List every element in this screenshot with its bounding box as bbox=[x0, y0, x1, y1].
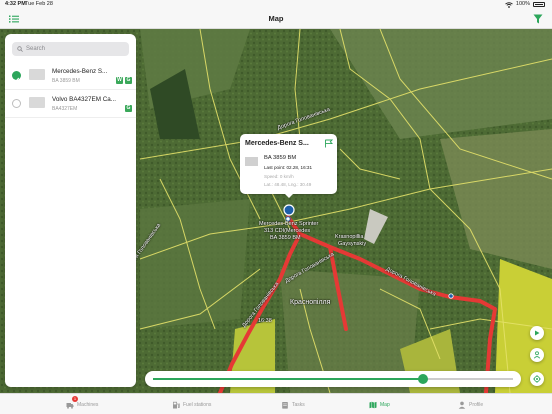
battery-percent: 100% bbox=[515, 1, 530, 7]
tab-label: Fuel stations bbox=[183, 401, 212, 408]
popup-last-point: Last point: 02.28, 16:31 bbox=[264, 165, 313, 170]
filter-icon[interactable] bbox=[533, 14, 543, 24]
wifi-icon bbox=[505, 1, 513, 8]
map-icon bbox=[369, 401, 377, 408]
popup-title: Mercedes-Benz S... bbox=[245, 140, 309, 147]
play-icon bbox=[535, 330, 540, 336]
marker-label: BA 3859 BM bbox=[270, 235, 301, 241]
tab-tasks[interactable]: Tasks bbox=[281, 394, 305, 414]
status-time: 4:32 PM bbox=[5, 1, 26, 7]
checkbox-checked-icon[interactable] bbox=[12, 71, 21, 82]
list-item[interactable]: Mercedes-Benz S... BA 3859 BM W G bbox=[5, 62, 136, 90]
popup-plate: BA 3859 BM bbox=[264, 155, 297, 161]
person-location-icon bbox=[533, 351, 541, 359]
vehicle-info-popup[interactable]: Mercedes-Benz S... BA 3859 BM Last point… bbox=[240, 134, 337, 198]
popup-coords: Lat.: 48.48, Lng.: 30.49 bbox=[264, 182, 312, 187]
timeline-knob[interactable] bbox=[418, 374, 428, 384]
checkmark-icon bbox=[13, 77, 20, 82]
status-bar: 4:32 PM Tue Feb 28 100% bbox=[0, 0, 552, 9]
timeline-fill bbox=[153, 378, 423, 380]
play-button[interactable] bbox=[530, 326, 544, 340]
tab-label: Profile bbox=[469, 401, 484, 408]
vehicle-thumbnail bbox=[245, 157, 258, 166]
time-label: 16:38 bbox=[258, 318, 272, 324]
tab-fuel-stations[interactable]: Fuel stations bbox=[172, 394, 211, 414]
tag-g-badge: G bbox=[125, 105, 132, 112]
vehicle-name: Mercedes-Benz S... bbox=[52, 68, 108, 75]
tab-bar: 1 Machines Fuel stations Tasks Map Profi… bbox=[0, 393, 552, 414]
timeline-track bbox=[153, 378, 513, 380]
route-flag-icon[interactable] bbox=[324, 139, 333, 148]
locate-me-button[interactable] bbox=[530, 372, 544, 386]
page-title: Map bbox=[268, 14, 284, 23]
track-person-button[interactable] bbox=[530, 348, 544, 362]
crosshair-icon bbox=[533, 375, 541, 383]
nav-bar: Map bbox=[0, 9, 552, 29]
search-placeholder: Search bbox=[26, 46, 46, 52]
popup-speed: Speed: 0 km/h bbox=[264, 174, 294, 179]
vehicle-list-panel: Search Mercedes-Benz S... BA 3859 BM W G… bbox=[5, 34, 136, 387]
vehicle-thumbnail bbox=[29, 97, 45, 108]
tab-label: Tasks bbox=[292, 401, 305, 408]
tab-machines[interactable]: 1 Machines bbox=[66, 394, 98, 414]
marker-label: 313 CDI(Mercedes bbox=[264, 228, 311, 234]
tab-map[interactable]: Map bbox=[369, 394, 390, 414]
timeline-slider[interactable] bbox=[145, 371, 521, 387]
clipboard-icon bbox=[282, 401, 288, 409]
person-icon bbox=[458, 401, 466, 409]
machines-badge: 1 bbox=[72, 396, 78, 402]
search-icon bbox=[17, 46, 23, 52]
vehicle-plate: BA 3859 BM bbox=[52, 78, 80, 84]
vehicle-thumbnail bbox=[29, 69, 45, 80]
marker-label: Mercedes-Benz Sprinter bbox=[259, 221, 319, 227]
tab-label: Machines bbox=[77, 401, 99, 408]
poi-label: Gaysynskiy bbox=[338, 241, 367, 247]
status-right: 100% bbox=[505, 0, 545, 9]
tab-profile[interactable]: Profile bbox=[458, 394, 483, 414]
tab-label: Map bbox=[380, 401, 390, 408]
poi-label: Krasnopillia bbox=[335, 234, 364, 240]
place-label: Краснопілля bbox=[290, 299, 331, 306]
app-screen: 4:32 PM Tue Feb 28 100% Map Дорога Голов… bbox=[0, 0, 552, 414]
tag-g-badge: G bbox=[125, 77, 132, 84]
tag-w-badge: W bbox=[116, 77, 123, 84]
list-item[interactable]: Volvo BA4327EM Ca... BA4327EM G bbox=[5, 90, 136, 118]
status-date: Tue Feb 28 bbox=[25, 1, 53, 7]
vehicle-name: Volvo BA4327EM Ca... bbox=[52, 96, 117, 103]
fuel-pump-icon bbox=[173, 401, 180, 408]
checkbox-unchecked-icon[interactable] bbox=[12, 99, 21, 108]
battery-icon bbox=[533, 2, 545, 7]
vehicle-plate: BA4327EM bbox=[52, 106, 78, 112]
search-input[interactable]: Search bbox=[12, 42, 129, 56]
